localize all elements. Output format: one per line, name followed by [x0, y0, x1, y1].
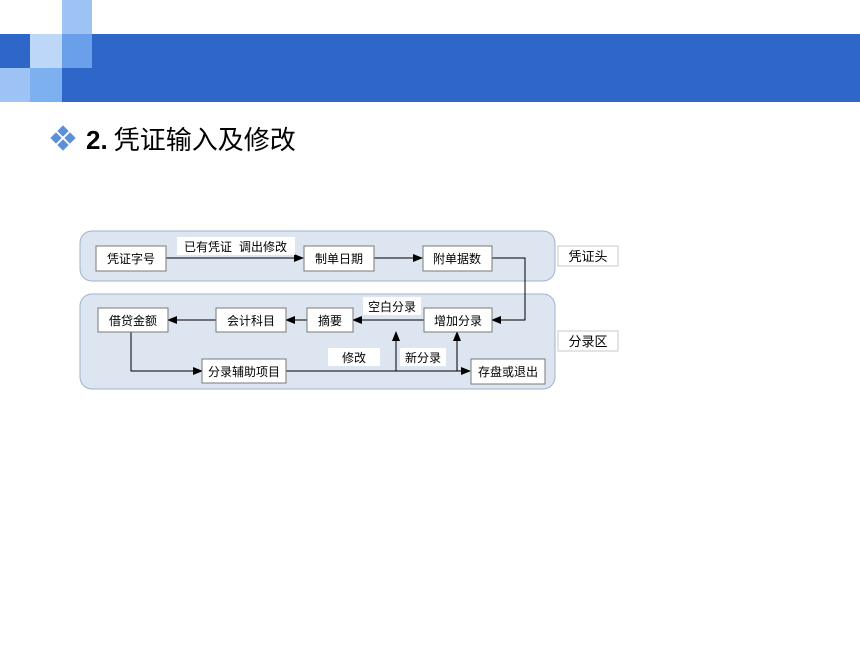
node-attach-count-label: 附单据数	[433, 251, 481, 266]
node-add-entry: 增加分录	[423, 307, 493, 333]
node-made-date-label: 制单日期	[315, 252, 363, 266]
node-save-or-exit: 存盘或退出	[470, 358, 546, 385]
node-summary: 摘要	[306, 307, 354, 333]
edge-label-load-modify: 调出修改	[239, 239, 287, 254]
node-attach-count: 附单据数	[422, 245, 493, 272]
node-debit-credit-amount: 借贷金额	[97, 307, 169, 333]
node-account-subject-label: 会计科目	[227, 314, 275, 328]
entry-label: 分录区	[568, 335, 607, 350]
edge-label-new-entry: 新分录	[405, 350, 441, 365]
edge-label-blank-entry: 空白分录	[368, 299, 416, 314]
node-debit-credit-amount-label: 借贷金额	[109, 313, 157, 328]
edge-label-existing-voucher: 已有凭证	[184, 239, 232, 254]
node-made-date: 制单日期	[303, 245, 375, 272]
node-save-or-exit-label: 存盘或退出	[478, 364, 538, 379]
node-summary-label: 摘要	[318, 313, 342, 328]
edge-label-modify: 修改	[342, 350, 366, 365]
node-aux-items-label: 分录辅助项目	[208, 365, 280, 379]
flow-diagram: 凭证头 分录区 凭证字号 制单日期 附单据数 借贷金额 会计科目 摘要 增加分录	[79, 230, 619, 390]
header-label: 凭证头	[568, 250, 607, 265]
node-voucher-type: 凭证字号	[95, 245, 167, 272]
node-account-subject: 会计科目	[215, 307, 287, 333]
node-voucher-type-label: 凭证字号	[107, 251, 155, 266]
node-add-entry-label: 增加分录	[434, 314, 482, 328]
node-aux-items: 分录辅助项目	[201, 358, 287, 384]
